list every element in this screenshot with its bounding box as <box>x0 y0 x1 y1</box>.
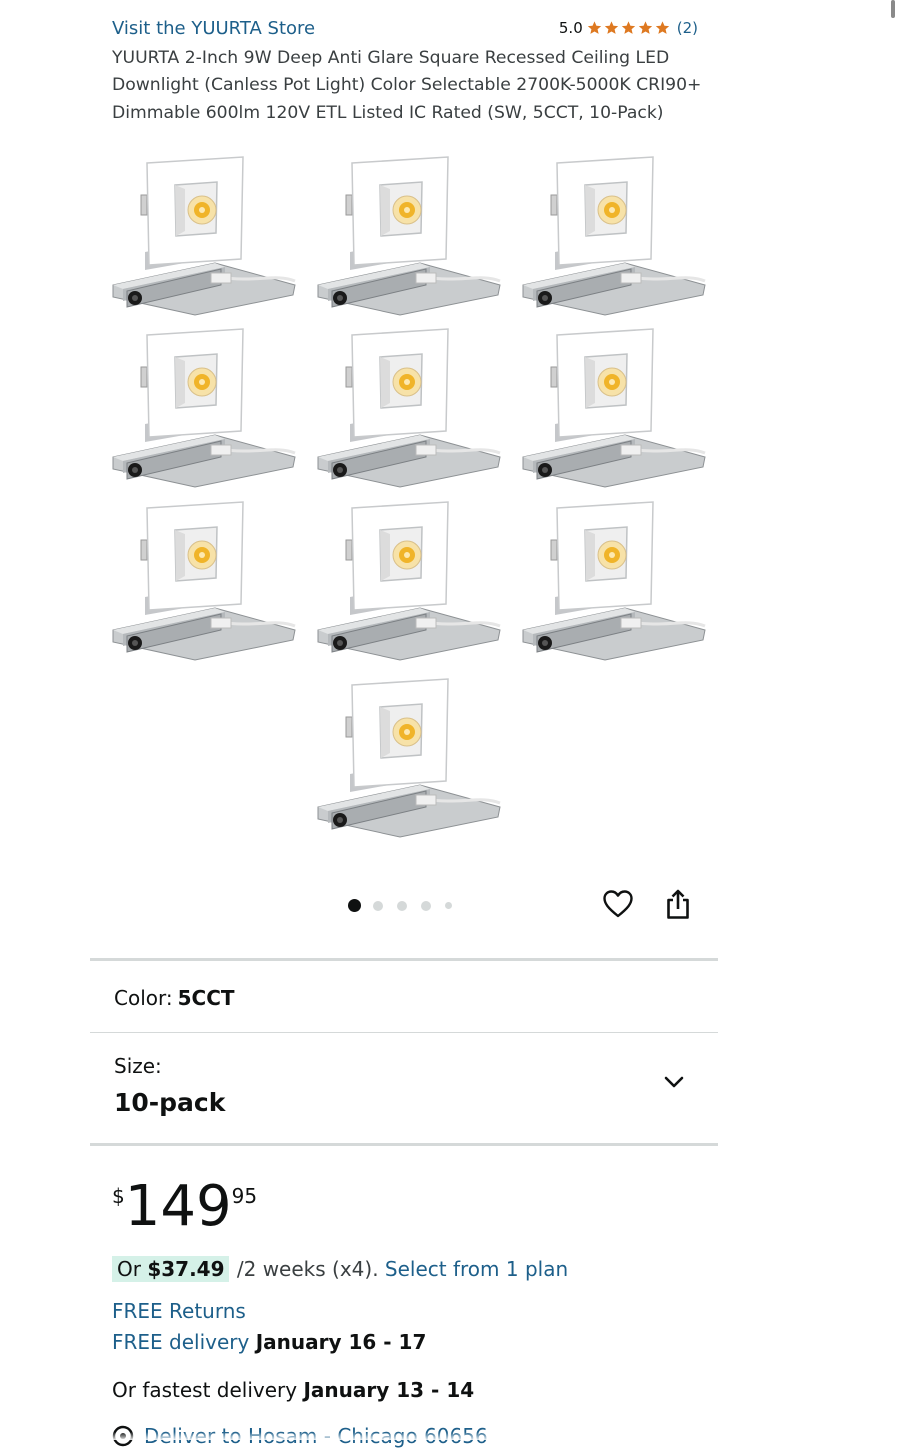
free-delivery-link[interactable]: FREE delivery <box>112 1330 249 1354</box>
downlight-illustration <box>317 156 501 316</box>
carousel-dot[interactable] <box>445 902 452 909</box>
downlight-image <box>310 155 510 325</box>
carousel-dot[interactable] <box>397 900 407 911</box>
downlight-image <box>105 327 305 497</box>
installment-amount-badge: Or $37.49 <box>112 1256 229 1282</box>
carousel-dots[interactable] <box>348 899 466 912</box>
divider <box>90 958 718 961</box>
fastest-delivery: Or fastest delivery January 13 - 14 <box>112 1378 474 1402</box>
downlight-illustration <box>112 156 296 316</box>
downlight-illustration <box>112 501 296 661</box>
star-icon <box>638 21 652 34</box>
downlight-illustration <box>317 678 501 838</box>
carousel-dot[interactable] <box>348 899 361 912</box>
rating-count-link[interactable]: (2) <box>677 19 698 37</box>
downlight-image <box>515 155 715 325</box>
downlight-image <box>105 155 305 325</box>
carousel-dot[interactable] <box>373 900 383 911</box>
price-whole: 149 <box>124 1174 232 1239</box>
price: $14995 <box>112 1176 257 1238</box>
store-link[interactable]: Visit the YUURTA Store <box>112 18 315 39</box>
star-rating <box>586 20 671 36</box>
downlight-image <box>310 327 510 497</box>
installment-plan: Or $37.49 /2 weeks (x4). Select from 1 p… <box>112 1256 568 1282</box>
chevron-down-icon <box>664 1076 684 1088</box>
size-label: Size: <box>114 1054 162 1078</box>
free-returns-link[interactable]: FREE Returns <box>112 1299 246 1323</box>
color-selector: Color: 5CCT <box>114 986 235 1010</box>
heart-icon <box>603 890 633 918</box>
product-image-gallery[interactable] <box>100 155 712 845</box>
rating-summary[interactable]: 5.0 (2) <box>559 19 698 37</box>
downlight-image <box>515 500 715 670</box>
installment-amount: $37.49 <box>147 1257 225 1281</box>
size-dropdown[interactable]: Size: 10-pack <box>90 1036 718 1142</box>
downlight-image <box>310 677 510 847</box>
rating-value: 5.0 <box>558 19 583 37</box>
bottom-fade <box>0 1432 901 1440</box>
downlight-illustration <box>112 328 296 488</box>
downlight-illustration <box>522 501 706 661</box>
size-value: 10-pack <box>114 1088 226 1117</box>
product-title: YUURTA 2-Inch 9W Deep Anti Glare Square … <box>112 48 702 123</box>
downlight-illustration <box>317 501 501 661</box>
downlight-image <box>310 500 510 670</box>
carousel-dot[interactable] <box>421 900 431 911</box>
star-icon <box>621 21 635 34</box>
free-delivery-dates: January 16 - 17 <box>255 1330 427 1354</box>
price-fraction: 95 <box>231 1184 258 1208</box>
star-icon <box>604 21 618 34</box>
share-button[interactable] <box>660 886 696 922</box>
downlight-illustration <box>522 328 706 488</box>
price-symbol: $ <box>112 1184 125 1208</box>
fastest-delivery-label: Or fastest delivery <box>112 1378 298 1402</box>
star-icon <box>587 21 601 34</box>
select-plan-link[interactable]: Select from 1 plan <box>385 1257 568 1281</box>
color-value: 5CCT <box>177 986 235 1010</box>
share-icon <box>667 889 689 919</box>
installment-terms: /2 weeks (x4). <box>236 1257 379 1281</box>
divider <box>90 1143 718 1146</box>
color-label: Color: <box>114 986 173 1010</box>
divider <box>90 1032 718 1033</box>
wishlist-button[interactable] <box>600 886 636 922</box>
downlight-illustration <box>317 328 501 488</box>
scrollbar-thumb[interactable] <box>891 0 895 18</box>
star-icon <box>655 21 669 34</box>
fastest-delivery-dates: January 13 - 14 <box>303 1378 475 1402</box>
downlight-image <box>105 500 305 670</box>
downlight-image <box>515 327 715 497</box>
downlight-illustration <box>522 156 706 316</box>
free-delivery: FREE delivery January 16 - 17 <box>112 1330 426 1354</box>
installment-prefix: Or <box>117 1257 148 1281</box>
